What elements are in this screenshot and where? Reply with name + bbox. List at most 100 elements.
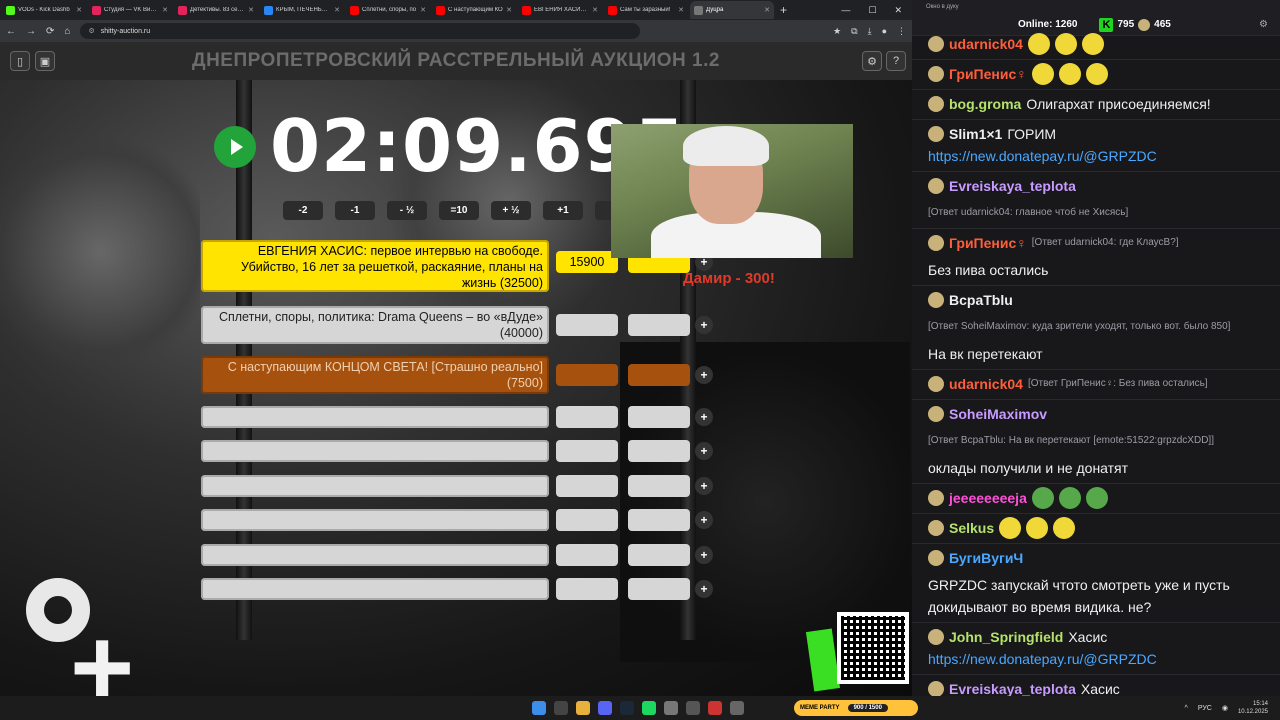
chat-username[interactable]: ГриПенис♀ <box>949 232 1027 254</box>
browser-tab[interactable]: ЕВГЕНИЯ ХАСИС: п ✕ <box>518 1 602 19</box>
lot-name-field[interactable] <box>201 509 549 531</box>
lot-add-amount-field[interactable] <box>628 578 690 600</box>
language-indicator[interactable]: РУС <box>1198 705 1212 712</box>
chat-username[interactable]: Slim1×1 <box>949 123 1002 145</box>
add-to-lot-button[interactable]: + <box>695 546 713 564</box>
lot-add-amount-field[interactable] <box>628 509 690 531</box>
tab-close-icon[interactable]: ✕ <box>248 6 254 14</box>
lot-name-field[interactable] <box>201 578 549 600</box>
browser-tab[interactable]: КРЫМ, ПЕЧЕНЬКИ В ✕ <box>260 1 344 19</box>
profile-icon[interactable]: ● <box>882 26 887 37</box>
add-to-lot-button[interactable]: + <box>695 408 713 426</box>
browser-tab[interactable]: С наступающим КО ✕ <box>432 1 516 19</box>
timer-step-button[interactable]: -1 <box>335 201 375 220</box>
lot-name-field[interactable] <box>201 475 549 497</box>
tab-close-icon[interactable]: ✕ <box>162 6 168 14</box>
lot-amount-field[interactable] <box>556 406 618 428</box>
lot-amount-field[interactable]: 15900 <box>556 251 618 273</box>
app-icon[interactable] <box>708 701 722 715</box>
chat-username[interactable]: ВсраТblu <box>949 289 1013 311</box>
browser-tab[interactable]: Дуцра ✕ <box>690 1 774 19</box>
reload-icon[interactable]: ⟳ <box>46 26 54 37</box>
chat-link[interactable]: https://new.donatepay.ru/@GRPZDC <box>928 145 1270 167</box>
chat-username[interactable]: Selkus <box>949 517 994 539</box>
tray-chevron-icon[interactable]: ^ <box>1185 705 1188 712</box>
tab-close-icon[interactable]: ✕ <box>678 6 684 14</box>
tab-close-icon[interactable]: ✕ <box>764 6 770 14</box>
add-to-lot-button[interactable]: + <box>695 511 713 529</box>
lot-add-amount-field[interactable] <box>628 406 690 428</box>
browser-tab[interactable]: Студия — VK Видео ✕ <box>88 1 172 19</box>
timer-step-button[interactable]: +1 <box>543 201 583 220</box>
discord-icon[interactable] <box>598 701 612 715</box>
browser-tab[interactable]: VODs - Kick Dashb ✕ <box>2 1 86 19</box>
maximize-icon[interactable]: ☐ <box>868 5 876 16</box>
search-icon[interactable] <box>554 701 568 715</box>
menu-dots-icon[interactable]: ⋮ <box>897 26 906 37</box>
lot-amount-field[interactable] <box>556 509 618 531</box>
chat-username[interactable]: udarnick04 <box>949 33 1023 55</box>
tab-close-icon[interactable]: ✕ <box>506 6 512 14</box>
url-field[interactable]: ⚙ shitty-auction.ru <box>80 23 641 39</box>
add-to-lot-button[interactable]: + <box>695 366 713 384</box>
lot-add-amount-field[interactable] <box>628 475 690 497</box>
home-icon[interactable]: ⌂ <box>64 26 70 37</box>
spotify-icon[interactable] <box>642 701 656 715</box>
new-tab-button[interactable]: + <box>780 3 787 17</box>
forward-icon[interactable]: → <box>26 26 36 37</box>
steam-icon[interactable] <box>620 701 634 715</box>
lot-amount-field[interactable] <box>556 578 618 600</box>
start-icon[interactable] <box>532 701 546 715</box>
chat-username[interactable]: ГриПенис♀ <box>949 63 1027 85</box>
chrome-icon[interactable] <box>576 701 590 715</box>
chat-username[interactable]: John_Springfield <box>949 626 1063 648</box>
add-to-lot-button[interactable]: + <box>695 316 713 334</box>
minimize-icon[interactable]: — <box>841 5 850 16</box>
clock[interactable]: 15:14 10.12.2025 <box>1238 700 1268 716</box>
app-icon[interactable] <box>730 701 744 715</box>
chat-username[interactable]: udarnick04 <box>949 373 1023 395</box>
timer-step-button[interactable]: - ½ <box>387 201 427 220</box>
chat-username[interactable]: jeeeeeeeeja <box>949 487 1027 509</box>
tab-close-icon[interactable]: ✕ <box>334 6 340 14</box>
lot-add-amount-field[interactable] <box>628 440 690 462</box>
lot-add-amount-field[interactable] <box>628 364 690 386</box>
add-to-lot-button[interactable]: + <box>695 580 713 598</box>
obs-icon[interactable] <box>686 701 700 715</box>
browser-tab[interactable]: Детективы. 83 серия ✕ <box>174 1 258 19</box>
lot-name-field[interactable]: С наступающим КОНЦОМ СВЕТА! [Страшно реа… <box>201 356 549 394</box>
add-to-lot-button[interactable]: + <box>695 442 713 460</box>
lot-name-field[interactable] <box>201 544 549 566</box>
lot-name-field[interactable] <box>201 406 549 428</box>
tab-close-icon[interactable]: ✕ <box>76 6 82 14</box>
browser-tab[interactable]: Сплетни, споры, по ✕ <box>346 1 430 19</box>
chat-username[interactable]: SoheiMaximov <box>949 403 1047 425</box>
lot-name-field[interactable]: Сплетни, споры, политика: Drama Queens –… <box>201 306 549 344</box>
lot-amount-field[interactable] <box>556 364 618 386</box>
lot-name-field[interactable]: ЕВГЕНИЯ ХАСИС: первое интервью на свобод… <box>201 240 549 292</box>
timer-step-button[interactable]: + ½ <box>491 201 531 220</box>
lot-amount-field[interactable] <box>556 544 618 566</box>
lot-add-amount-field[interactable] <box>628 544 690 566</box>
add-to-lot-button[interactable]: + <box>695 477 713 495</box>
timer-step-button[interactable]: =10 <box>439 201 479 220</box>
chat-username[interactable]: bog.groma <box>949 93 1021 115</box>
browser-tab[interactable]: Сам ты заразный! ✕ <box>604 1 688 19</box>
app-icon[interactable] <box>664 701 678 715</box>
network-icon[interactable]: ◉ <box>1222 704 1228 712</box>
lot-add-amount-field[interactable] <box>628 314 690 336</box>
help-button[interactable]: ? <box>886 51 906 71</box>
lot-amount-field[interactable] <box>556 475 618 497</box>
gear-icon[interactable]: ⚙ <box>1259 19 1268 30</box>
chat-link[interactable]: https://new.donatepay.ru/@GRPZDC <box>928 648 1270 670</box>
tab-close-icon[interactable]: ✕ <box>420 6 426 14</box>
download-icon[interactable]: ⤓ <box>868 26 872 37</box>
chat-username[interactable]: БугиВугиЧ <box>949 547 1023 569</box>
timer-step-button[interactable]: -2 <box>283 201 323 220</box>
chat-username[interactable]: Evreiskaya_teplota <box>949 175 1076 197</box>
site-info-icon[interactable]: ⚙ <box>88 27 94 35</box>
bookmark-star-icon[interactable]: ★ <box>833 26 841 37</box>
tab-close-icon[interactable]: ✕ <box>592 6 598 14</box>
back-icon[interactable]: ← <box>6 26 16 37</box>
lot-name-field[interactable] <box>201 440 549 462</box>
